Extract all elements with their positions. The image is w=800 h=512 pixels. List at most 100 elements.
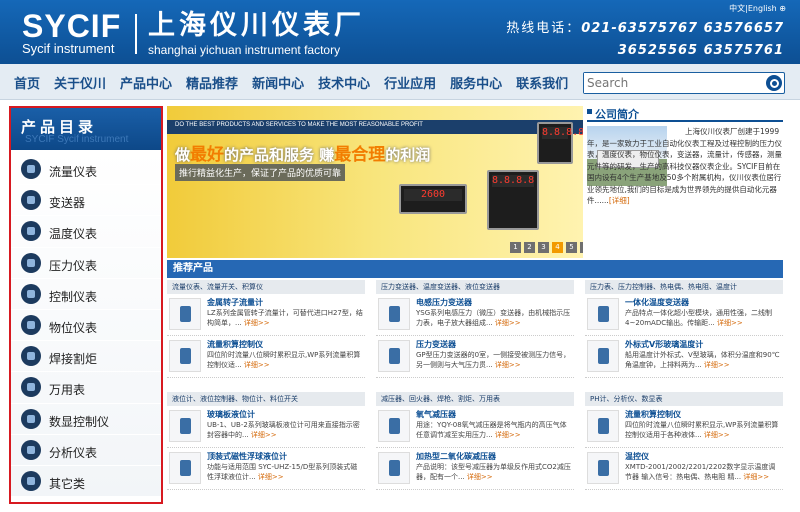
category-analyzer[interactable]: 分析仪表: [11, 435, 161, 466]
slide-dot[interactable]: 1: [510, 242, 521, 253]
product-name[interactable]: 顶装式磁性浮球液位计: [207, 451, 287, 462]
product-thumbnail[interactable]: [169, 340, 201, 372]
product-more-link[interactable]: 详细>>: [704, 431, 730, 439]
category-multimeter[interactable]: 万用表: [11, 372, 161, 404]
product-thumbnail[interactable]: [587, 452, 619, 484]
product-section: 液位计、液位控制器、物位计、料位开关 玻璃板液位计 UB-1、UB-2系列玻璃板液位…: [167, 392, 365, 490]
product-more-link[interactable]: 详细>>: [495, 361, 521, 369]
slide-dot[interactable]: 6: [580, 242, 583, 253]
section-header[interactable]: 压力变送器、温度变送器、液位变送器: [376, 280, 574, 294]
hero-banner[interactable]: DO THE BEST PRODUCTS AND SERVICES TO MAK…: [167, 106, 583, 258]
headline-highlight: 最合理: [334, 145, 386, 165]
section-header[interactable]: 流量仪表、流量开关、积算仪: [167, 280, 365, 294]
product-more-link[interactable]: 详细>>: [467, 473, 493, 481]
product-name[interactable]: 金属转子流量计: [207, 297, 263, 308]
headline-highlight: 最好: [190, 145, 225, 165]
headline-part: 的产品和服务 赚: [224, 146, 335, 164]
product-thumbnail[interactable]: [378, 340, 410, 372]
intro-more-link[interactable]: [详细]: [609, 196, 630, 205]
product-name[interactable]: 加热型二氧化碳减压器: [416, 451, 496, 462]
product-item[interactable]: 一体化温度变送器 产品特点一体化超小型模块，通用性强，二线制4~20mADC输出。…: [585, 294, 783, 336]
product-thumbnail[interactable]: [169, 452, 201, 484]
product-item[interactable]: 顶装式磁性浮球液位计 功能与适用范围 SYC-UHZ-15/D型系列顶装式磁性浮球…: [167, 448, 365, 490]
product-desc: 四位阶时流量八位瞬时累积显示,WP系列流量积算控制仪适用于各种液体... 详细>…: [625, 420, 781, 440]
search-input[interactable]: [584, 73, 760, 93]
category-label: 分析仪表: [49, 445, 98, 460]
product-name[interactable]: 流量积算控制仪: [625, 409, 681, 420]
product-item[interactable]: 金属转子流量计 LZ系列金属管转子流量计，可替代进口H27型，结构简单，... 详…: [167, 294, 365, 336]
category-flow[interactable]: 流量仪表: [11, 154, 161, 186]
product-name[interactable]: 压力变送器: [416, 339, 456, 350]
section-header[interactable]: 减压器、回火器、焊枪、割炬、万用表: [376, 392, 574, 406]
product-name[interactable]: 一体化温度变送器: [625, 297, 689, 308]
nav-contact[interactable]: 联系我们: [516, 73, 568, 92]
product-name[interactable]: 温控仪: [625, 451, 649, 462]
product-thumbnail[interactable]: [169, 298, 201, 330]
level-meter-icon: [21, 314, 41, 335]
section-header[interactable]: PH计、分析仪、数显表: [585, 392, 783, 406]
nav-products[interactable]: 产品中心: [120, 73, 172, 92]
search-icon[interactable]: [766, 75, 782, 91]
category-other[interactable]: 其它类: [11, 466, 161, 498]
category-digital-controller[interactable]: 数显控制仪: [11, 404, 161, 435]
product-name[interactable]: 电感压力变送器: [416, 297, 472, 308]
product-thumbnail[interactable]: [378, 410, 410, 442]
product-item[interactable]: 温控仪 XMTD-2001/2002/2201/2202数字显示温度调节器 输入信…: [585, 448, 783, 490]
slide-dot[interactable]: 5: [566, 242, 577, 253]
slide-dot[interactable]: 2: [524, 242, 535, 253]
nav-tech[interactable]: 技术中心: [318, 73, 370, 92]
category-welding[interactable]: 焊接割炬: [11, 341, 161, 373]
product-more-link[interactable]: 详细>>: [704, 361, 730, 369]
product-thumbnail[interactable]: [378, 298, 410, 330]
language-switch[interactable]: 中文|English ⊕: [729, 3, 786, 14]
category-control[interactable]: 控制仪表: [11, 279, 161, 310]
product-catalog-sidebar: 产品目录 SYCIF Sycif instrument 流量仪表 变送器 温度仪…: [9, 106, 163, 504]
logo[interactable]: SYCIF Sycif instrument: [22, 10, 121, 56]
product-name[interactable]: 玻璃板液位计: [207, 409, 255, 420]
product-more-link[interactable]: 详细>>: [258, 473, 284, 481]
product-item[interactable]: 氧气减压器 用途：YQY-08氧气减压器是将气瓶内的高压气体任意调节减至实用压力.…: [376, 406, 574, 448]
product-name[interactable]: 外标式V形玻璃温度计: [625, 339, 703, 350]
nav-home[interactable]: 首页: [14, 73, 40, 92]
nav-featured[interactable]: 精品推荐: [186, 73, 238, 92]
product-item[interactable]: 流量积算控制仪 四位阶时流量八位瞬时累积显示,WP系列流量积算控制仪适用于各种液体…: [585, 406, 783, 448]
slide-dot-active[interactable]: 4: [552, 242, 563, 253]
category-temperature[interactable]: 温度仪表: [11, 216, 161, 248]
product-item[interactable]: 流量积算控制仪 四位阶时流量八位瞬时累积显示,WP系列流量积算控制仪适... 详细…: [167, 336, 365, 378]
headline-part: 的利润: [385, 146, 431, 164]
product-more-link[interactable]: 详细>>: [717, 319, 743, 327]
product-thumbnail[interactable]: [587, 340, 619, 372]
product-more-link[interactable]: 详细>>: [743, 473, 769, 481]
analyzer-icon: [21, 439, 41, 460]
product-item[interactable]: 玻璃板液位计 UB-1、UB-2系列玻璃板液位计可用来直接指示密封容器中的... …: [167, 406, 365, 448]
category-pressure[interactable]: 压力仪表: [11, 248, 161, 279]
product-more-link[interactable]: 详细>>: [495, 319, 521, 327]
nav-news[interactable]: 新闻中心: [252, 73, 304, 92]
product-thumbnail[interactable]: [587, 410, 619, 442]
category-level[interactable]: 物位仪表: [11, 310, 161, 342]
product-thumbnail[interactable]: [169, 410, 201, 442]
slide-dot[interactable]: 3: [538, 242, 549, 253]
product-desc: YSG系列电感压力（微压）变送器，由机械指示压力表，电子放大器组成... 详细>…: [416, 308, 572, 328]
product-more-link[interactable]: 详细>>: [244, 361, 270, 369]
category-transmitter[interactable]: 变送器: [11, 185, 161, 217]
product-item[interactable]: 外标式V形玻璃温度计 船用温度计外标式、V型玻璃，体积分温度和90℃角温度钟，上排…: [585, 336, 783, 378]
product-name[interactable]: 氧气减压器: [416, 409, 456, 420]
product-desc: 四位阶时流量八位瞬时累积显示,WP系列流量积算控制仪适... 详细>>: [207, 350, 363, 370]
product-item[interactable]: 电感压力变送器 YSG系列电感压力（微压）变送器，由机械指示压力表，电子放大器组成…: [376, 294, 574, 336]
product-thumbnail[interactable]: [587, 298, 619, 330]
product-item[interactable]: 加热型二氧化碳减压器 产品说明：该型号减压器为单级反作用式CO2减压器，配有一个.…: [376, 448, 574, 490]
product-more-link[interactable]: 详细>>: [244, 319, 270, 327]
nav-industry[interactable]: 行业应用: [384, 73, 436, 92]
multimeter-icon: [21, 377, 41, 398]
section-header[interactable]: 液位计、液位控制器、物位计、料位开关: [167, 392, 365, 406]
product-more-link[interactable]: 详细>>: [251, 431, 277, 439]
product-more-link[interactable]: 详细>>: [495, 431, 521, 439]
product-item[interactable]: 压力变送器 GP型压力变送器的0室，一侧接受被测压力信号，另一侧则与大气压力贯..…: [376, 336, 574, 378]
nav-about[interactable]: 关于仪川: [54, 73, 106, 92]
product-thumbnail[interactable]: [378, 452, 410, 484]
instrument-image: 2600: [399, 184, 467, 214]
product-name[interactable]: 流量积算控制仪: [207, 339, 263, 350]
nav-service[interactable]: 服务中心: [450, 73, 502, 92]
section-header[interactable]: 压力表、压力控制器、热电偶、热电阻、温度计: [585, 280, 783, 294]
